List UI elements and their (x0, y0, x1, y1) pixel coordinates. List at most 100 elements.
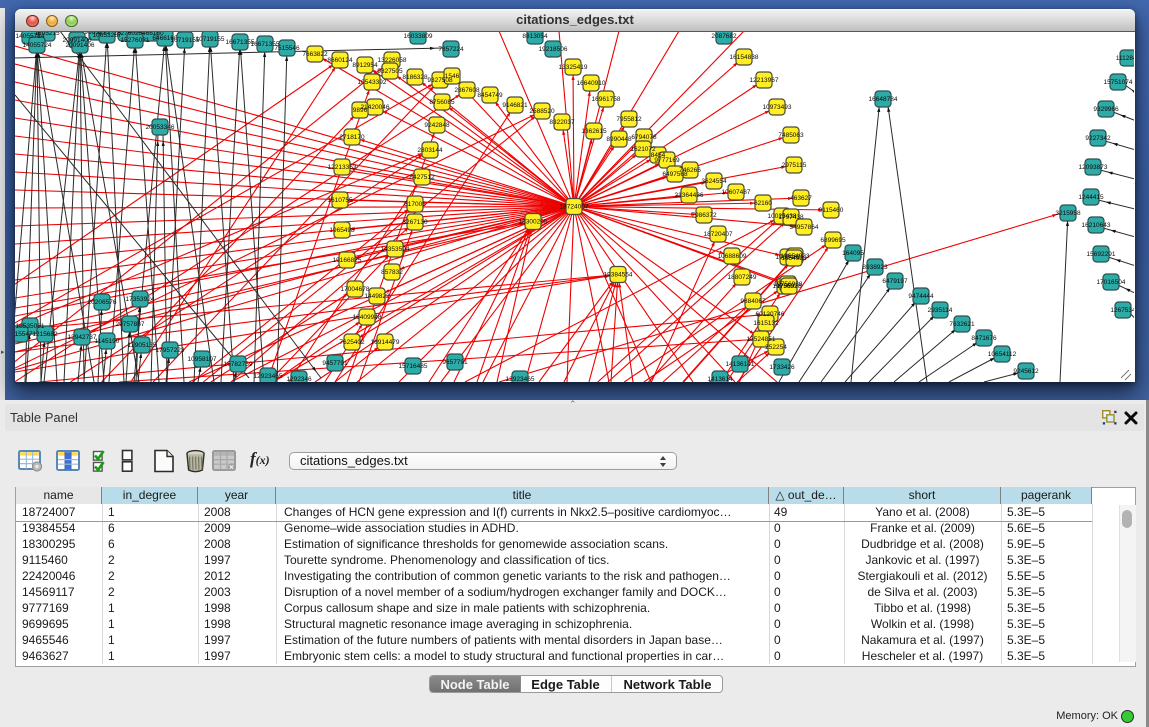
svg-text:2803144: 2803144 (417, 147, 443, 154)
svg-text:7515546: 7515546 (274, 45, 300, 52)
svg-text:16033809: 16033809 (404, 33, 433, 40)
svg-text:9457791: 9457791 (322, 360, 348, 367)
svg-text:19218506: 19218506 (539, 46, 568, 53)
svg-text:2935114: 2935114 (928, 307, 953, 314)
svg-text:12093873: 12093873 (1079, 164, 1108, 171)
svg-text:6479197: 6479197 (882, 278, 908, 285)
svg-text:8427512: 8427512 (409, 174, 435, 181)
svg-text:2718170: 2718170 (339, 134, 365, 141)
svg-text:12923465: 12923465 (254, 373, 283, 380)
svg-text:17353924: 17353924 (126, 296, 155, 303)
svg-text:17016504: 17016504 (1097, 279, 1126, 286)
svg-text:13524851: 13524851 (747, 336, 776, 343)
svg-text:16640910: 16640910 (577, 80, 606, 87)
svg-text:15276021: 15276021 (121, 37, 150, 44)
svg-text:857832: 857832 (381, 269, 403, 276)
svg-text:1733426: 1733426 (769, 364, 795, 371)
svg-text:10719155: 10719155 (196, 36, 225, 43)
svg-text:20091406: 20091406 (66, 42, 95, 49)
svg-text:817006: 817006 (404, 201, 426, 208)
svg-text:1215682: 1215682 (32, 331, 58, 338)
svg-text:62160: 62160 (754, 200, 772, 207)
svg-text:7632621: 7632621 (949, 321, 975, 328)
svg-text:8912954: 8912954 (352, 62, 378, 69)
svg-text:7663822: 7663822 (302, 51, 328, 58)
svg-text:1546: 1546 (445, 73, 460, 80)
svg-text:17004678: 17004678 (341, 286, 370, 293)
svg-text:2975115: 2975115 (782, 162, 807, 169)
svg-text:18535061: 18535061 (16, 323, 45, 330)
svg-text:9777169: 9777169 (654, 157, 680, 164)
svg-text:9327505: 9327505 (377, 68, 403, 75)
svg-text:12213967: 12213967 (750, 77, 779, 84)
svg-text:9657791: 9657791 (442, 359, 468, 366)
svg-text:16782759: 16782759 (224, 361, 253, 368)
svg-text:20206576: 20206576 (88, 299, 117, 306)
svg-text:18300295: 18300295 (519, 219, 548, 226)
svg-text:9474444: 9474444 (908, 293, 934, 300)
svg-text:21364436: 21364436 (675, 192, 704, 199)
svg-text:16648784: 16648784 (869, 96, 898, 103)
svg-text:1292346: 1292346 (286, 376, 312, 382)
svg-text:2867608: 2867608 (454, 87, 480, 94)
svg-text:16154838: 16154838 (730, 54, 759, 61)
svg-text:9896: 9896 (353, 107, 368, 114)
svg-text:17957223: 17957223 (156, 347, 185, 354)
svg-text:8938923: 8938923 (862, 264, 888, 271)
svg-text:8454749: 8454749 (477, 92, 503, 99)
svg-text:1796928: 1796928 (776, 283, 802, 290)
svg-text:20053346: 20053346 (146, 124, 175, 131)
svg-text:60120746: 60120746 (756, 311, 785, 318)
svg-text:7986372: 7986372 (691, 212, 717, 219)
svg-text:18724007: 18724007 (560, 204, 589, 211)
svg-text:9115460: 9115460 (819, 207, 844, 214)
svg-text:8990448: 8990448 (606, 136, 632, 143)
svg-text:9329966: 9329966 (1093, 106, 1119, 113)
svg-text:10607487: 10607487 (722, 189, 751, 196)
svg-text:54957864: 54957864 (790, 224, 819, 231)
svg-text:10973493: 10973493 (763, 104, 792, 111)
svg-text:1605215: 1605215 (34, 32, 60, 37)
svg-text:7955812: 7955812 (616, 116, 642, 123)
svg-text:1112843: 1112843 (1116, 55, 1134, 62)
svg-text:10543392: 10543392 (358, 79, 387, 86)
svg-text:13325419: 13325419 (559, 64, 588, 71)
svg-text:6794078: 6794078 (631, 134, 657, 141)
svg-text:8322037: 8322037 (549, 119, 575, 126)
svg-text:463627: 463627 (790, 195, 812, 202)
svg-text:8813054: 8813054 (522, 33, 548, 40)
svg-text:1615132: 1615132 (753, 320, 779, 327)
svg-text:1267534: 1267534 (1110, 307, 1134, 314)
svg-text:1413614: 1413614 (707, 376, 733, 382)
svg-text:7485063: 7485063 (778, 132, 804, 139)
svg-text:1244415: 1244415 (1078, 194, 1104, 201)
svg-text:164095: 164095 (842, 250, 864, 257)
svg-text:8186328: 8186328 (402, 74, 428, 81)
svg-text:1965498: 1965498 (329, 227, 355, 234)
svg-text:9146821: 9146821 (502, 102, 528, 109)
svg-text:9884067: 9884067 (740, 298, 766, 305)
svg-text:18807249: 18807249 (728, 274, 757, 281)
svg-text:14055724: 14055724 (23, 42, 52, 49)
svg-text:6497568: 6497568 (662, 171, 688, 178)
svg-text:16409948: 16409948 (353, 314, 382, 321)
svg-text:18720407: 18720407 (704, 231, 733, 238)
svg-text:1797438: 1797438 (778, 214, 804, 221)
svg-text:7625402: 7625402 (339, 339, 365, 346)
svg-text:3267130: 3267130 (402, 219, 428, 226)
svg-text:12923465: 12923465 (506, 376, 535, 382)
svg-text:3215958: 3215958 (1055, 210, 1081, 217)
svg-text:19384554: 19384554 (604, 272, 633, 279)
svg-text:15692291: 15692291 (1087, 251, 1116, 258)
svg-text:8471676: 8471676 (971, 335, 997, 342)
svg-text:14353594: 14353594 (381, 246, 410, 253)
svg-text:1610755: 1610755 (327, 197, 353, 204)
svg-text:10688609: 10688609 (718, 253, 747, 260)
svg-text:12213363: 12213363 (328, 164, 357, 171)
svg-text:1654923: 1654923 (781, 255, 807, 262)
svg-text:3915547: 3915547 (15, 331, 33, 338)
svg-text:29757887: 29757887 (116, 321, 145, 328)
svg-text:7857224: 7857224 (438, 46, 464, 53)
svg-text:14136141: 14136141 (726, 361, 755, 368)
svg-text:6899695: 6899695 (820, 237, 846, 244)
